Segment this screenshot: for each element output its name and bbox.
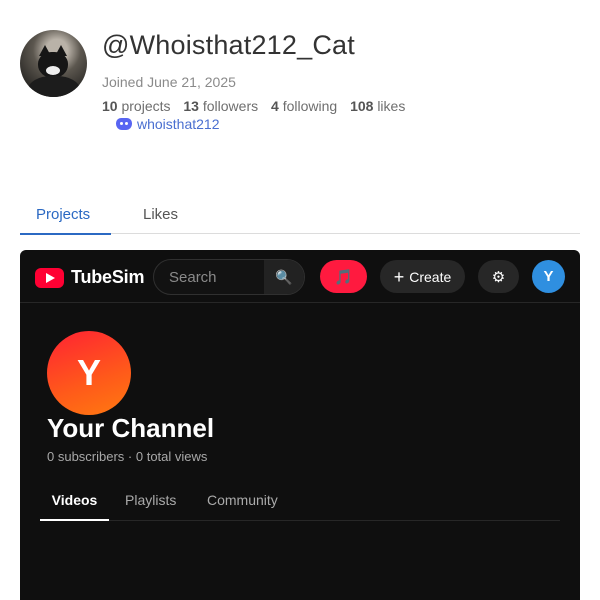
gear-icon: ⚙ [491, 268, 506, 286]
profile-page: @Whoisthat212_Cat Joined June 21, 2025 1… [0, 0, 600, 600]
search-box: 🔍 [153, 259, 305, 295]
profile-stats: 10 projects 13 followers 4 following 108… [102, 98, 414, 114]
tube-topbar: TubeSim 🔍 🎵 + Create ⚙ Y [20, 250, 580, 303]
search-input[interactable] [154, 260, 266, 294]
tab-projects[interactable]: Projects [20, 206, 111, 235]
user-avatar[interactable]: Y [532, 260, 565, 293]
music-button[interactable]: 🎵 [320, 260, 367, 293]
channel-avatar: Y [47, 331, 131, 415]
stat-likes[interactable]: 108 likes [350, 98, 405, 114]
search-button[interactable]: 🔍 [264, 260, 304, 294]
discord-icon [116, 118, 132, 130]
stat-label: following [282, 98, 338, 114]
channel-name: Your Channel [47, 413, 215, 443]
tab-likes[interactable]: Likes [143, 206, 178, 233]
stat-count: 13 [183, 98, 199, 114]
stat-followers[interactable]: 13 followers [183, 98, 258, 114]
tab-playlists[interactable]: Playlists [125, 492, 176, 521]
tube-logo[interactable]: TubeSim [35, 267, 144, 288]
magnifier-icon: 🔍 [275, 268, 293, 285]
stat-label: followers [202, 98, 259, 114]
joined-date: Joined June 21, 2025 [102, 74, 236, 90]
profile-tabs: Projects Likes [20, 200, 580, 235]
play-logo-icon [35, 267, 64, 288]
stat-count: 4 [271, 98, 279, 114]
profile-username: @Whoisthat212_Cat [102, 30, 355, 60]
logo-text: TubeSim [71, 267, 145, 287]
project-embed: TubeSim 🔍 🎵 + Create ⚙ Y Y Your Channel [20, 250, 580, 600]
music-note-icon: 🎵 [334, 268, 353, 286]
discord-link[interactable]: whoisthat212 [116, 116, 220, 132]
create-button[interactable]: + Create [380, 260, 465, 293]
stat-label: projects [121, 98, 171, 114]
stat-projects[interactable]: 10 projects [102, 98, 171, 114]
create-label: Create [409, 268, 452, 285]
plus-icon: + [393, 266, 405, 287]
discord-handle: whoisthat212 [137, 116, 220, 132]
stat-count: 108 [350, 98, 374, 114]
cat-body [28, 76, 80, 97]
profile-avatar[interactable] [20, 30, 87, 97]
settings-button[interactable]: ⚙ [478, 260, 519, 293]
tab-videos[interactable]: Videos [40, 492, 109, 521]
channel-meta: 0 subscribers · 0 total views [47, 449, 208, 464]
stat-following[interactable]: 4 following [271, 98, 337, 114]
stat-label: likes [377, 98, 406, 114]
channel-tabs: Videos Playlists Community [40, 482, 560, 521]
tab-community[interactable]: Community [207, 492, 278, 521]
stat-count: 10 [102, 98, 118, 114]
cat-muzzle [46, 66, 60, 75]
